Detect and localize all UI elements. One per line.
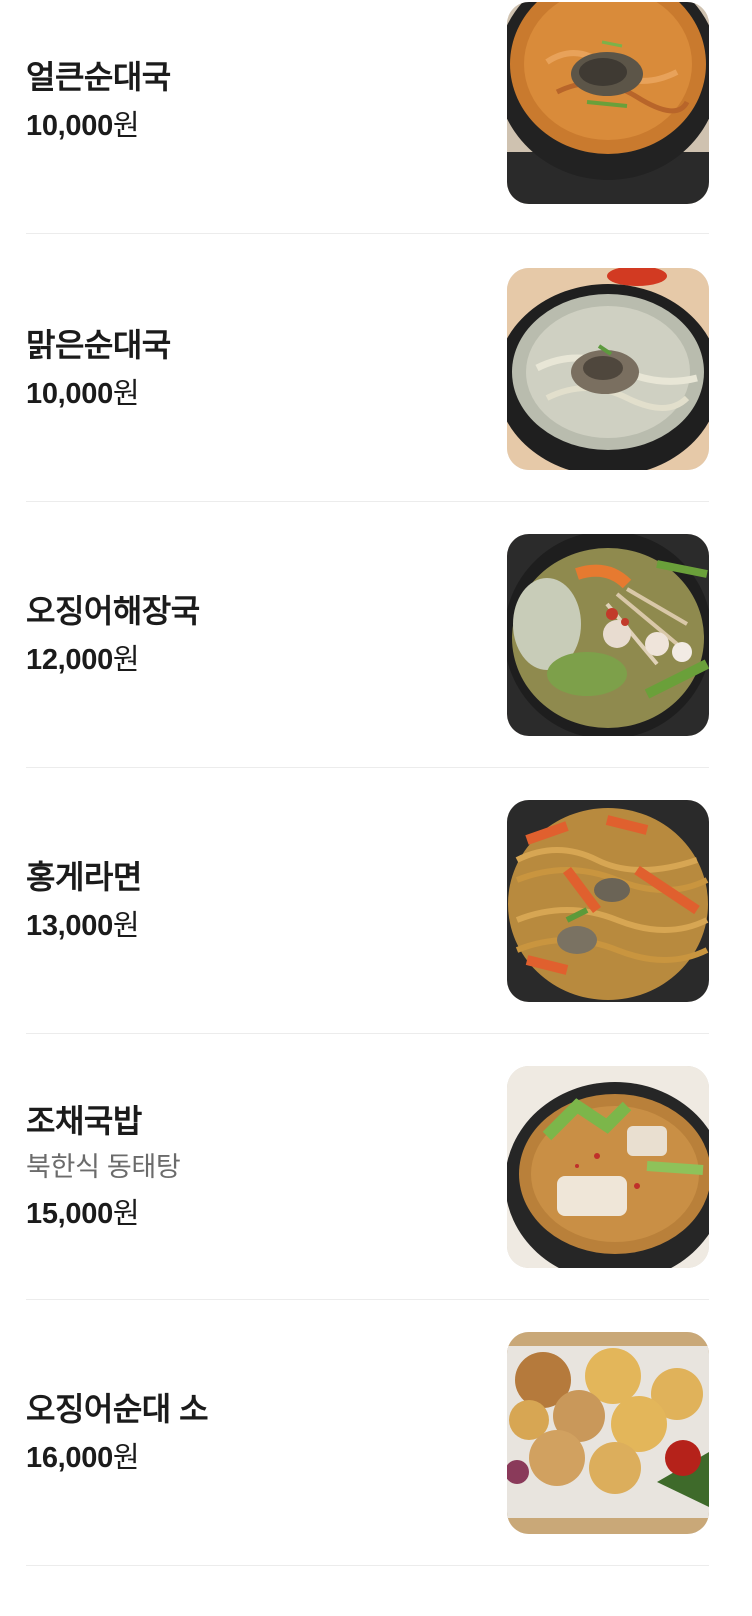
menu-item-info: 조채국밥 북한식 동태탕 15,000원 [26,1034,466,1299]
red-crab-ramen-photo [507,800,709,1002]
menu-item-name: 맑은순대국 [26,326,171,363]
menu-item-name: 오징어순대 소 [26,1390,209,1427]
menu-item-name: 오징어해장국 [26,592,200,629]
menu-item[interactable]: 홍게라면 13,000원 [26,768,709,1034]
clear-sundae-soup-photo [507,268,709,470]
menu-item-price: 13,000원 [26,909,140,942]
menu-item-name: 얼큰순대국 [26,58,171,95]
menu-item-info: 오징어해장국 12,000원 [26,502,466,767]
menu-item-price: 16,000원 [26,1441,140,1474]
squid-hangover-soup-photo [507,534,709,736]
menu-item[interactable]: 오징어해장국 12,000원 [26,502,709,768]
menu-item[interactable]: 오징어순대 소 16,000원 [26,1300,709,1566]
menu-item-description: 북한식 동태탕 [26,1151,181,1182]
menu-item[interactable]: 조채국밥 북한식 동태탕 15,000원 [26,1034,709,1300]
menu-item-name: 조채국밥 [26,1102,142,1139]
menu-item-info: 오징어순대 소 16,000원 [26,1300,466,1565]
pollack-rice-soup-photo [507,1066,709,1268]
spicy-sundae-soup-photo [507,2,709,204]
menu-item[interactable]: 얼큰순대국 10,000원 [26,0,709,234]
squid-sundae-plate-photo [507,1332,709,1534]
menu-item-price: 12,000원 [26,643,140,676]
menu-item[interactable]: 맑은순대국 10,000원 [26,236,709,502]
menu-item-price: 15,000원 [26,1197,140,1230]
menu-item-info: 홍게라면 13,000원 [26,768,466,1033]
menu-item-info: 맑은순대국 10,000원 [26,236,466,501]
menu-item-price: 10,000원 [26,109,140,142]
menu-item-name: 홍게라면 [26,858,142,895]
menu-item-info: 얼큰순대국 10,000원 [26,0,466,233]
menu-item-price: 10,000원 [26,377,140,410]
